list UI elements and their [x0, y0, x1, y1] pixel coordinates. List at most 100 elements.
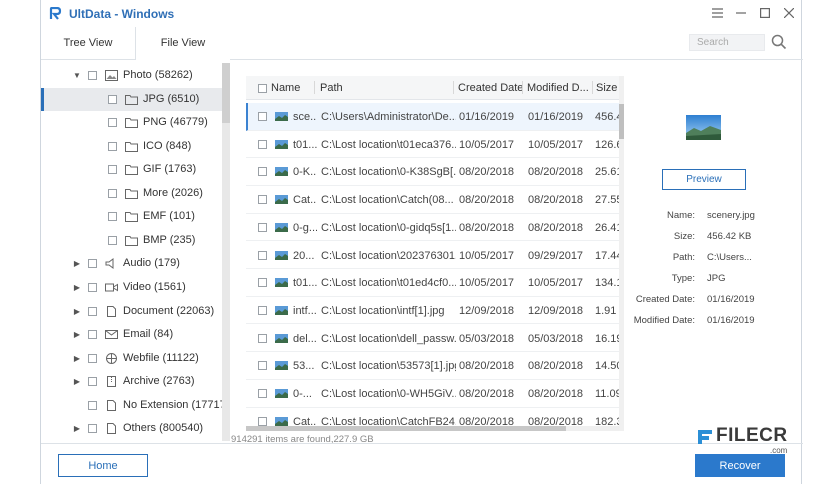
row-checkbox[interactable]	[258, 250, 267, 260]
table-header: Name Path Created Date Modified D... Siz…	[246, 76, 623, 100]
close-icon[interactable]	[779, 4, 799, 22]
tree-checkbox[interactable]	[108, 212, 117, 222]
tree-item[interactable]: ▶ Video (1561)	[41, 276, 222, 299]
tree-item[interactable]: ▼ Photo (58262)	[41, 64, 222, 87]
tree-checkbox[interactable]	[88, 282, 97, 292]
scrollbar-thumb[interactable]	[222, 63, 230, 123]
tree-item[interactable]: ▶ Audio (179)	[41, 252, 222, 275]
cell-created-date: 10/05/2017	[459, 249, 515, 262]
menu-icon[interactable]	[707, 4, 727, 22]
home-button[interactable]: Home	[58, 454, 148, 477]
expand-right-icon[interactable]: ▶	[73, 330, 81, 339]
tree-scrollbar[interactable]	[222, 63, 230, 441]
tree-checkbox[interactable]	[88, 71, 97, 80]
table-vertical-scrollbar[interactable]	[619, 76, 624, 431]
row-checkbox[interactable]	[258, 139, 267, 149]
scrollbar-thumb[interactable]	[619, 104, 624, 139]
expand-right-icon[interactable]: ▶	[73, 283, 81, 292]
tree-item[interactable]: ▶ Webfile (11122)	[41, 347, 222, 370]
expand-right-icon[interactable]: ▶	[73, 424, 81, 433]
row-checkbox[interactable]	[258, 195, 267, 205]
tree-item[interactable]: EMF (101)	[41, 205, 222, 228]
tab-tree-view[interactable]: Tree View	[41, 27, 135, 59]
tree-checkbox[interactable]	[108, 94, 117, 104]
detail-label: Size:	[673, 231, 695, 242]
tree-checkbox[interactable]	[88, 424, 97, 434]
table-row[interactable]: t01... C:\Lost location\t01ed4cf0... 10/05…	[246, 269, 623, 297]
cell-path: C:\Lost location\53573[1].jpg	[321, 360, 456, 373]
image-thumbnail-icon	[275, 250, 288, 260]
table-row[interactable]: Cat... C:\Lost location\Catch(08... 08/20/…	[246, 186, 623, 214]
table-horizontal-scrollbar[interactable]	[246, 426, 619, 431]
column-name[interactable]: Name	[271, 82, 300, 94]
tree-checkbox[interactable]	[88, 353, 97, 363]
tree-item[interactable]: No Extension (17717)	[41, 394, 229, 417]
scrollbar-thumb[interactable]	[246, 426, 566, 431]
expand-down-icon[interactable]: ▼	[73, 71, 81, 80]
table-row[interactable]: 20... C:\Lost location\202376301... 10/05/…	[246, 242, 623, 269]
table-row[interactable]: 53... C:\Lost location\53573[1].jpg 08/20/…	[246, 352, 623, 380]
row-checkbox[interactable]	[258, 167, 267, 177]
watermark-logo: FILECR .com	[696, 425, 787, 460]
row-checkbox[interactable]	[258, 333, 267, 343]
table-row[interactable]: 0-K... C:\Lost location\0-K38SgB[... 08/20…	[246, 158, 623, 186]
row-checkbox[interactable]	[258, 389, 267, 398]
row-checkbox[interactable]	[258, 278, 267, 288]
table-row[interactable]: 0-... C:\Lost location\0-WH5GiV... 08/20/2…	[246, 380, 623, 408]
table-row[interactable]: intf... C:\Lost location\intf[1].jpg 12/09…	[246, 297, 623, 325]
column-path[interactable]: Path	[320, 82, 343, 94]
row-checkbox[interactable]	[258, 112, 267, 121]
tree-item[interactable]: ▶ Document (22063)	[41, 300, 222, 323]
maximize-icon[interactable]	[755, 4, 775, 22]
tree-checkbox[interactable]	[108, 235, 117, 245]
row-checkbox[interactable]	[258, 305, 267, 315]
cell-modified-date: 05/03/2018	[528, 332, 584, 345]
minimize-icon[interactable]	[731, 4, 751, 22]
expand-right-icon[interactable]: ▶	[73, 354, 81, 363]
search-input[interactable]: Search	[689, 34, 765, 51]
tree-item[interactable]: BMP (235)	[41, 229, 222, 252]
archive-icon	[105, 376, 118, 388]
tree-item[interactable]: ▶ Others (800540)	[41, 417, 222, 440]
table-row[interactable]: sce... C:\Users\Administrator\De... 01/16/…	[246, 103, 623, 131]
tree-item[interactable]: JPG (6510)	[41, 87, 222, 111]
tree-checkbox[interactable]	[108, 141, 117, 151]
preview-button[interactable]: Preview	[662, 169, 746, 190]
tree-item[interactable]: PNG (46779)	[41, 111, 222, 134]
detail-value: C:\Users...	[707, 252, 752, 263]
column-size[interactable]: Size	[596, 82, 617, 94]
column-created-date[interactable]: Created Date	[458, 82, 523, 94]
expand-right-icon[interactable]: ▶	[73, 377, 81, 386]
tree-checkbox[interactable]	[88, 400, 97, 410]
tree-checkbox[interactable]	[108, 165, 117, 175]
tree-item[interactable]: GIF (1763)	[41, 158, 222, 181]
detail-label: Modified Date:	[633, 315, 695, 326]
tree-item[interactable]: More (2026)	[41, 182, 222, 205]
tree-checkbox[interactable]	[88, 306, 97, 316]
expand-right-icon[interactable]: ▶	[73, 259, 81, 268]
select-all-checkbox[interactable]	[258, 84, 267, 93]
search-placeholder: Search	[697, 37, 729, 48]
tree-checkbox[interactable]	[108, 188, 117, 198]
tree-checkbox[interactable]	[88, 377, 97, 387]
row-checkbox[interactable]	[258, 361, 267, 371]
table-row[interactable]: 0-g... C:\Lost location\0-gidq5s[1... 08/2…	[246, 214, 623, 242]
tree-item[interactable]: ▶ Email (84)	[41, 323, 222, 346]
tree-checkbox[interactable]	[88, 259, 97, 269]
tree-item[interactable]: ▶ Archive (2763)	[41, 370, 222, 393]
expand-right-icon[interactable]: ▶	[73, 307, 81, 316]
column-modified-date[interactable]: Modified D...	[527, 82, 589, 94]
cell-modified-date: 08/20/2018	[528, 360, 584, 373]
tree-item[interactable]: ICO (848)	[41, 135, 222, 158]
row-checkbox[interactable]	[258, 222, 267, 232]
detail-label: Path:	[672, 252, 695, 263]
tree-checkbox[interactable]	[88, 330, 97, 340]
app-window: UltData - Windows Tree View File View Se…	[40, 0, 803, 484]
table-row[interactable]: t01... C:\Lost location\t01eca376... 10/05…	[246, 131, 623, 159]
row-checkbox[interactable]	[258, 416, 267, 426]
tree-checkbox[interactable]	[108, 118, 117, 128]
table-row[interactable]: del... C:\Lost location\dell_passw... 05/0…	[246, 325, 623, 353]
tab-file-view[interactable]: File View	[135, 27, 230, 60]
cell-modified-date: 01/16/2019	[528, 111, 584, 123]
search-icon[interactable]	[771, 34, 787, 50]
